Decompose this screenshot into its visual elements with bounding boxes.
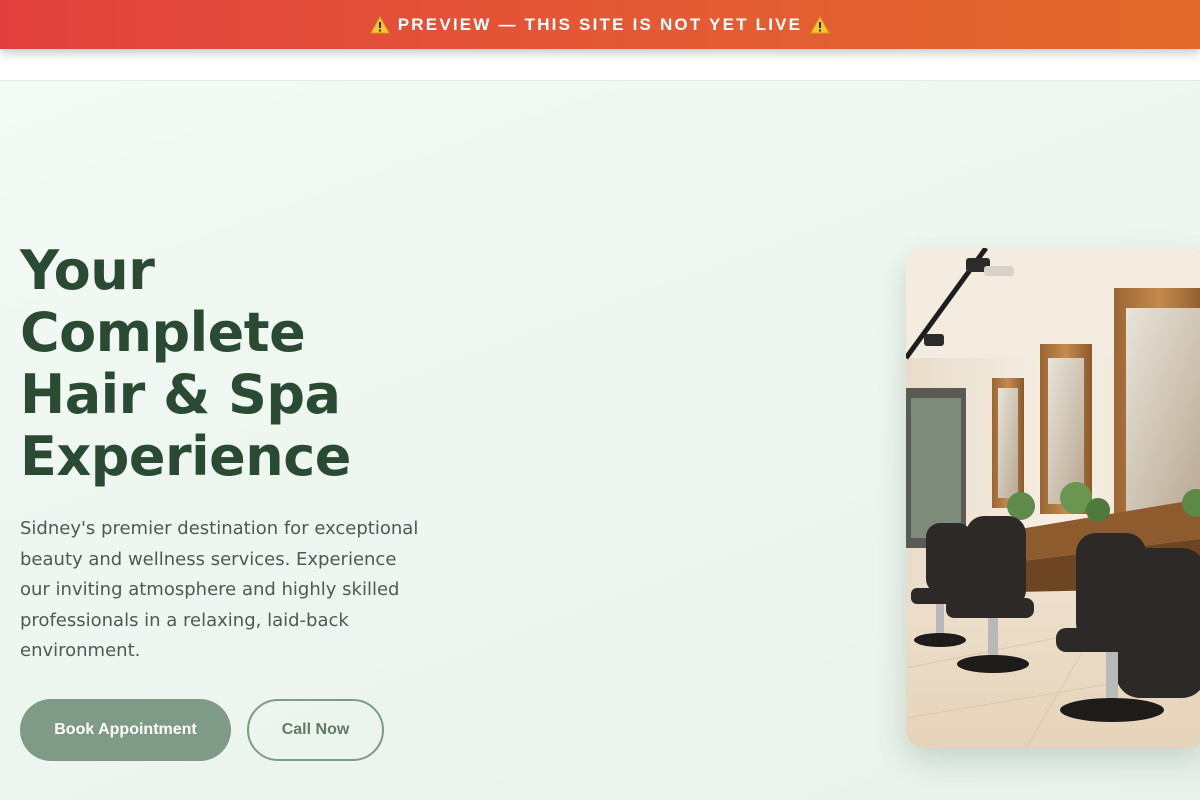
preview-banner-text: PREVIEW — THIS SITE IS NOT YET LIVE	[397, 14, 803, 34]
hero-section: Your Complete Hair & Spa Experience Sidn…	[0, 81, 1200, 800]
salon-interior-image	[906, 248, 1200, 748]
warning-icon	[810, 15, 831, 34]
book-appointment-button[interactable]: Book Appointment	[20, 699, 231, 761]
hero-title: Your Complete Hair & Spa Experience	[20, 240, 440, 488]
preview-banner: PREVIEW — THIS SITE IS NOT YET LIVE	[0, 0, 1200, 49]
hero-title-line: Hair & Spa	[20, 363, 341, 426]
warning-icon	[369, 15, 390, 34]
site-header	[0, 49, 1200, 81]
call-now-button[interactable]: Call Now	[247, 699, 384, 761]
hero-title-line: Experience	[20, 425, 351, 488]
hero-title-line: Complete	[20, 301, 306, 364]
hero-title-line: Your	[20, 239, 155, 302]
hero-description: Sidney's premier destination for excepti…	[20, 518, 419, 661]
